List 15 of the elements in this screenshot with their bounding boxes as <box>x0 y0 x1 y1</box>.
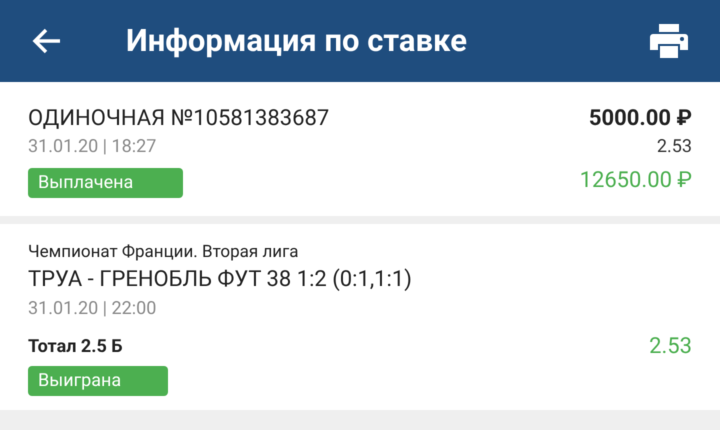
screen-title: Информация по ставке <box>126 20 468 61</box>
match-name: ТРУА - ГРЕНОБЛЬ ФУТ 38 1:2 (0:1,1:1) <box>28 266 413 294</box>
league-name: Чемпионат Франции. Вторая лига <box>28 241 300 264</box>
stake-amount: 5000.00 ₽ <box>588 105 692 133</box>
event-odds: 2.53 <box>649 334 692 360</box>
back-arrow-icon[interactable] <box>32 28 62 54</box>
match-date: 31.01.20 | 22:00 <box>28 297 158 321</box>
status-badge: Выплачена <box>28 168 183 198</box>
odds-value: 2.53 <box>656 135 692 159</box>
bet-date: 31.01.20 | 18:27 <box>28 135 158 159</box>
bet-title: ОДИНОЧНАЯ №10581383687 <box>28 105 330 133</box>
printer-icon[interactable] <box>650 24 688 58</box>
payout-amount: 12650.00 ₽ <box>580 167 692 195</box>
status-badge: Выиграна <box>28 366 168 396</box>
market-name: Тотал 2.5 Б <box>28 335 123 359</box>
